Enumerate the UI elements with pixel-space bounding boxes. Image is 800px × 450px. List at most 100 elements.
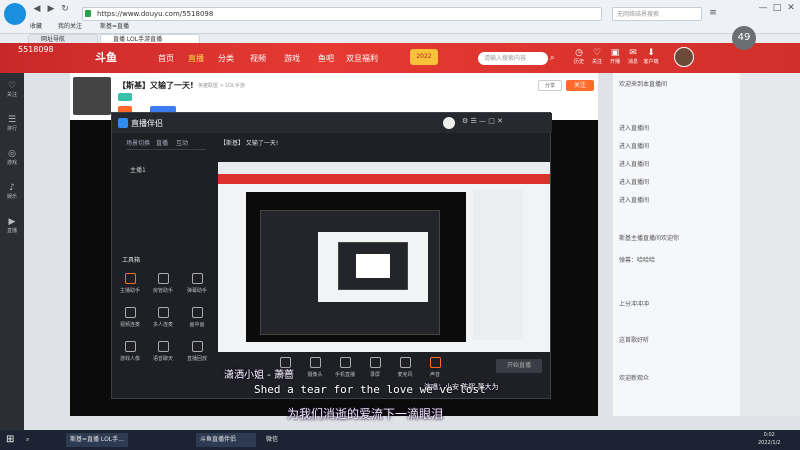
tool-danmu[interactable]: 弹幕助手 <box>184 273 210 294</box>
bookmark-item[interactable]: 斯基=直播 <box>100 22 129 32</box>
preview-chat <box>473 190 523 340</box>
tool-pip[interactable]: 画中画 <box>184 307 210 328</box>
streamer-avatar[interactable] <box>73 77 111 115</box>
chat-message: 进入直播间 <box>619 125 650 132</box>
sound-button[interactable]: 声音 <box>422 357 448 378</box>
chat-message: 这首歌好听 <box>619 337 650 344</box>
follow-button[interactable]: 关注 <box>566 80 594 91</box>
back-icon[interactable]: ◀ <box>30 3 44 15</box>
camera-button[interactable]: 摄像头 <box>302 357 328 378</box>
taskbar-broadcaster[interactable]: 斗鱼直播伴侣 <box>196 433 256 447</box>
refresh-icon[interactable]: ↻ <box>58 3 72 15</box>
site-logo[interactable]: 斗鱼 <box>95 49 117 65</box>
chat-message: 弹幕：哈哈哈 <box>619 257 656 264</box>
app-logo-icon <box>118 118 128 128</box>
subtitle-chinese: 为我们消逝的爱流下一滴眼泪 <box>287 407 444 421</box>
chat-message: 欢迎来到本直播间 <box>619 81 668 88</box>
bookmark-item[interactable]: 我的关注 <box>58 22 82 32</box>
sidebar-item-live[interactable]: ▶ 直播 <box>0 217 24 234</box>
start-live-button[interactable]: 开始直播 <box>496 359 542 373</box>
subtitle-english: Shed a tear for the love we've lost <box>254 383 486 396</box>
close-icon[interactable]: ✕ <box>784 2 798 14</box>
tool-replay[interactable]: 直播回放 <box>184 341 210 362</box>
sidebar-item-game[interactable]: ◎ 游戏 <box>0 149 24 166</box>
forward-icon[interactable]: ▶ <box>44 3 58 15</box>
sidebar-item-fun[interactable]: ♪ 娱乐 <box>0 183 24 200</box>
tool-voice-chat[interactable]: 语音聊天 <box>150 341 176 362</box>
chat-message: 上分冲冲冲 <box>619 301 650 308</box>
phone-live-button[interactable]: 手机直播 <box>332 357 358 378</box>
room-number: 5518098 <box>18 45 54 54</box>
tool-video-link[interactable]: 视频连麦 <box>117 307 143 328</box>
divider <box>126 149 206 150</box>
stream-title: 【斯基】 又输了一天! <box>220 140 279 147</box>
nav-yuba[interactable]: 鱼吧 <box>318 53 334 64</box>
preview-innermost <box>356 254 390 278</box>
tool-multi-link[interactable]: 多人连麦 <box>150 307 176 328</box>
browser-logo-icon <box>4 3 26 25</box>
sidebar-item-rank[interactable]: ☰ 排行 <box>0 115 24 132</box>
room-category[interactable]: 英雄联盟 > LOL手游 <box>198 82 245 89</box>
app-titlebar: 直播伴侣 ⚙ ☰ — □ ✕ <box>112 113 552 133</box>
toolbox-label: 工具箱 <box>122 257 141 264</box>
minimize-icon[interactable]: — <box>756 2 770 14</box>
mic-button[interactable]: 麦克风 <box>392 357 418 378</box>
record-button[interactable]: 录屏 <box>362 357 388 378</box>
start-icon[interactable]: ⊞ <box>6 433 14 447</box>
menu-icon[interactable]: ≡ <box>706 7 720 19</box>
app-tab-live[interactable]: 直播 <box>156 138 168 147</box>
follow-icon[interactable]: ♡ 关注 <box>588 48 606 72</box>
sidebar-item-follow[interactable]: ♡ 关注 <box>0 81 24 98</box>
avatar[interactable] <box>674 47 694 67</box>
history-icon[interactable]: ◷ 历史 <box>570 48 588 72</box>
tool-room-manager[interactable]: 房管助手 <box>150 273 176 294</box>
room-title: 【斯基】又输了一天! <box>118 81 194 90</box>
taskbar-wechat[interactable]: 微信 <box>262 433 292 447</box>
left-sidebar: ♡ 关注 ☰ 排行 ◎ 游戏 ♪ 娱乐 ▶ 直播 <box>0 73 24 430</box>
nav-benefit[interactable]: 双旦福利 <box>346 53 378 64</box>
search-icon[interactable]: ⌕ <box>550 53 554 63</box>
chat-message: 进入直播间 <box>619 143 650 150</box>
scene-item[interactable]: 主播1 <box>130 165 146 174</box>
app-tab-scene[interactable]: 场景切换 <box>126 138 150 147</box>
song-title: 潇洒小姐 - 萧蔷 <box>224 370 294 381</box>
message-icon[interactable]: ✉ 消息 <box>624 48 642 72</box>
taskbar: ⊞ ⌕ 斯基=直播 LOL手... 斗鱼直播伴侣 微信 0:02 2022/1/2 <box>0 430 800 450</box>
preview-header <box>218 174 550 184</box>
year-badge[interactable]: 2022 <box>410 49 438 65</box>
browser-chrome: ◀ ▶ ↻ https://www.douyu.com/5518098 无网络结… <box>0 0 800 34</box>
chat-message: 进入直播间 <box>619 179 650 186</box>
nav-game[interactable]: 游戏 <box>284 53 300 64</box>
maximize-icon[interactable]: □ <box>770 2 784 14</box>
app-name: 直播伴侣 <box>131 119 163 128</box>
address-bar[interactable]: https://www.douyu.com/5518098 <box>82 7 602 21</box>
taskbar-browser[interactable]: 斯基=直播 LOL手... <box>66 433 128 447</box>
nav-category[interactable]: 分类 <box>218 53 234 64</box>
nav-home[interactable]: 首页 <box>158 53 174 64</box>
chat-message: 欢迎新观众 <box>619 375 650 382</box>
broadcast-icon[interactable]: ▣ 开播 <box>606 48 624 72</box>
site-search-input[interactable]: 请输入搜索内容 <box>478 52 548 65</box>
client-icon[interactable]: ⬇ 客户端 <box>642 48 660 72</box>
preview-browser-bar <box>218 162 550 174</box>
app-window-controls[interactable]: ⚙ ☰ — □ ✕ <box>462 117 503 125</box>
app-avatar[interactable] <box>443 117 455 129</box>
zoom-badge[interactable]: 49 <box>732 26 756 50</box>
level-badge <box>118 93 132 101</box>
chat-message: 斯基主播直播间欢迎你 <box>619 235 680 242</box>
nav-video[interactable]: 视频 <box>250 53 266 64</box>
web-search-input[interactable]: 无网络结界搜索 <box>612 7 702 21</box>
right-blank-area <box>740 73 800 416</box>
app-tab-interact[interactable]: 互动 <box>176 138 188 147</box>
stream-preview <box>218 162 550 352</box>
chat-message: 进入直播间 <box>619 197 650 204</box>
search-icon[interactable]: ⌕ <box>26 433 29 447</box>
chat-panel: 欢迎来到本直播间 进入直播间 进入直播间 进入直播间 进入直播间 进入直播间 斯… <box>612 73 740 416</box>
tool-game-portrait[interactable]: 游戏人像 <box>117 341 143 362</box>
nav-live[interactable]: 直播 <box>188 53 204 64</box>
chat-message: 进入直播间 <box>619 161 650 168</box>
share-button[interactable]: 分享 <box>538 80 562 91</box>
tool-anchor-assistant[interactable]: 主播助手 <box>117 273 143 294</box>
bookmark-item[interactable]: 收藏 <box>30 22 42 32</box>
lock-icon <box>85 10 91 17</box>
